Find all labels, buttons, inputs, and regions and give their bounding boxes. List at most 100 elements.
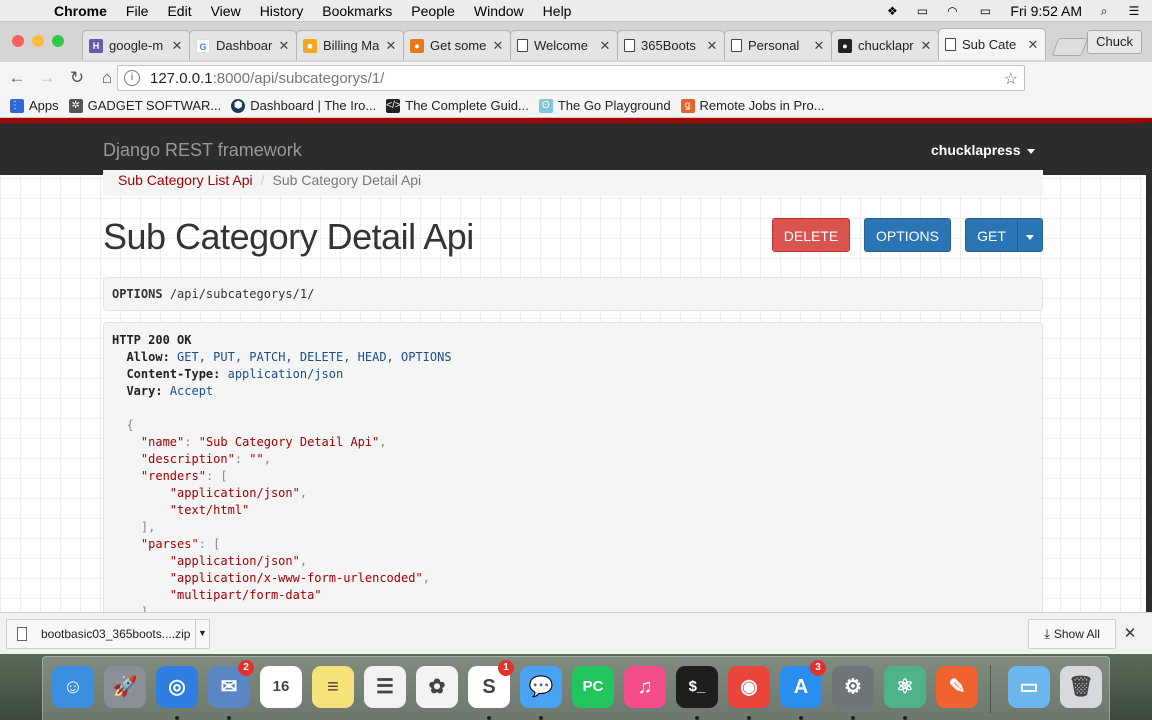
get-button[interactable]: GET <box>965 218 1018 252</box>
launchpad-icon[interactable]: 🚀 <box>104 666 146 708</box>
header-value: Accept <box>169 384 214 398</box>
close-tab-icon[interactable]: ✕ <box>492 38 504 54</box>
google-favicon-icon: G <box>196 38 210 53</box>
document-favicon-icon <box>517 39 528 52</box>
delete-button[interactable]: DELETE <box>772 218 850 252</box>
bookmark-label: The Go Playground <box>557 98 671 113</box>
new-tab-button[interactable] <box>1051 38 1089 56</box>
profile-button[interactable]: Chuck <box>1087 30 1142 54</box>
close-window-button[interactable] <box>12 35 24 47</box>
close-shelf-icon[interactable]: ✕ <box>1122 626 1138 642</box>
close-tab-icon[interactable]: ✕ <box>171 38 183 54</box>
system-preferences-icon[interactable]: ⚙ <box>832 666 874 708</box>
bookmark-complete-guide[interactable]: </> The Complete Guid... <box>386 98 529 113</box>
app-store-icon[interactable]: A3 <box>780 660 826 708</box>
close-tab-icon[interactable]: ✕ <box>599 38 611 54</box>
browser-tab[interactable]: G Dashboar ✕ <box>189 30 297 60</box>
atom-icon[interactable]: ⚛ <box>884 666 926 708</box>
close-tab-icon[interactable]: ✕ <box>1027 37 1039 53</box>
safari-icon[interactable]: ◎ <box>156 666 198 708</box>
minimize-window-button[interactable] <box>32 35 44 47</box>
airplay-icon[interactable]: ▭ <box>914 4 930 18</box>
browser-tab[interactable]: Personal ✕ <box>724 30 832 60</box>
running-indicator <box>747 716 751 720</box>
zoom-window-button[interactable] <box>52 35 64 47</box>
running-indicator <box>799 716 803 720</box>
code-icon: </> <box>386 98 401 113</box>
show-all-downloads-button[interactable]: ⤓ Show All <box>1028 619 1116 649</box>
reload-button[interactable]: ↻ <box>64 65 90 91</box>
bookmark-remote-jobs[interactable]: ǥ Remote Jobs in Pro... <box>680 98 825 113</box>
menubar-clock[interactable]: Fri 9:52 AM <box>1010 3 1082 19</box>
header-key: Vary: <box>126 384 163 398</box>
downloads-folder-icon[interactable]: ▭ <box>1008 666 1050 708</box>
mail-eagle-icon[interactable]: ✉ 2 <box>208 660 254 708</box>
close-tab-icon[interactable]: ✕ <box>385 38 397 54</box>
browser-tab[interactable]: Sub Cate ✕ <box>938 28 1046 60</box>
trash-icon[interactable]: 🗑 <box>1060 666 1102 708</box>
spotlight-search-icon[interactable]: ⌕ <box>1096 4 1112 18</box>
photos-icon[interactable]: ✿ <box>416 666 458 708</box>
browser-tab[interactable]: Hgoogle-m ✕ <box>82 30 190 60</box>
close-tab-icon[interactable]: ✕ <box>278 38 290 54</box>
forward-button[interactable]: → <box>34 65 60 91</box>
browser-tab[interactable]: ■ Billing Ma ✕ <box>296 30 404 60</box>
browser-tab[interactable]: 365Boots ✕ <box>617 30 725 60</box>
browser-tab[interactable]: ● chucklapr ✕ <box>831 30 939 60</box>
user-name: chucklapress <box>931 142 1021 158</box>
dropbox-icon[interactable]: ❖ <box>884 4 900 18</box>
header-key: Content-Type: <box>126 367 221 381</box>
notification-badge: 2 <box>238 660 254 676</box>
bookmark-dashboard-iron[interactable]: ⬢ Dashboard | The Iro... <box>231 98 376 113</box>
close-tab-icon[interactable]: ✕ <box>813 38 825 54</box>
bookmark-go-playground[interactable]: ʘ The Go Playground <box>538 98 671 113</box>
close-tab-icon[interactable]: ✕ <box>920 38 932 54</box>
bookmark-star-icon[interactable]: ☆ <box>1004 69 1018 89</box>
download-item[interactable]: bootbasic03_365boots....zip ▼ <box>6 619 210 649</box>
bookmark-apps[interactable]: ⋮⋮ Apps <box>10 98 59 113</box>
menu-people[interactable]: People <box>411 3 455 19</box>
aws-box-favicon-icon: ■ <box>303 38 317 53</box>
document-favicon-icon <box>624 39 635 52</box>
pycharm-icon[interactable]: PC <box>572 666 614 708</box>
tab-title: chucklapr <box>858 38 914 53</box>
bookmark-gadget-software[interactable]: ✲ GADGET SOFTWAR... <box>68 98 221 113</box>
finder-icon[interactable]: ☺ <box>52 666 94 708</box>
drf-brand-link[interactable]: Django REST framework <box>103 140 302 161</box>
bookmark-label: The Complete Guid... <box>405 98 529 113</box>
notes-icon[interactable]: ≡ <box>312 666 354 708</box>
itunes-icon[interactable]: ♫ <box>624 666 666 708</box>
terminal-icon[interactable]: $_ <box>676 666 718 708</box>
app-menu-chrome[interactable]: Chrome <box>54 3 107 19</box>
show-all-label: Show All <box>1053 627 1100 641</box>
bookmarks-bar: ⋮⋮ Apps ✲ GADGET SOFTWAR... ⬢ Dashboard … <box>0 94 1152 118</box>
menu-view[interactable]: View <box>211 3 241 19</box>
address-bar[interactable]: i 127.0.0.1:8000/api/subcategorys/1/ ☆ <box>117 65 1025 91</box>
menu-bookmarks[interactable]: Bookmarks <box>322 3 392 19</box>
download-options-button[interactable]: ▼ <box>195 620 209 648</box>
menu-file[interactable]: File <box>126 3 149 19</box>
user-menu[interactable]: chucklapress <box>931 142 1035 158</box>
options-button[interactable]: OPTIONS <box>864 218 951 252</box>
menu-help[interactable]: Help <box>543 3 572 19</box>
postman-icon[interactable]: ✎ <box>936 666 978 708</box>
menu-window[interactable]: Window <box>474 3 524 19</box>
slack-icon[interactable]: S1 <box>468 660 514 708</box>
browser-tab[interactable]: Welcome ✕ <box>510 30 618 60</box>
notification-center-icon[interactable]: ☰ <box>1126 4 1142 18</box>
wifi-icon[interactable]: ◠ <box>944 4 960 18</box>
reminders-icon[interactable]: ☰ <box>364 666 406 708</box>
response-status: HTTP 200 OK <box>112 333 192 347</box>
calendar-icon[interactable]: 16 <box>260 666 302 708</box>
close-tab-icon[interactable]: ✕ <box>706 38 718 54</box>
menu-edit[interactable]: Edit <box>167 3 191 19</box>
browser-tab[interactable]: ● Get some ✕ <box>403 30 511 60</box>
chrome-icon[interactable]: ◉ <box>728 666 770 708</box>
site-info-icon[interactable]: i <box>124 70 140 86</box>
breadcrumb-link-list[interactable]: Sub Category List Api <box>118 172 253 188</box>
messages-icon[interactable]: 💬 <box>520 666 562 708</box>
menu-history[interactable]: History <box>260 3 304 19</box>
battery-icon[interactable]: ▭ <box>974 4 996 18</box>
back-button[interactable]: ← <box>4 65 30 91</box>
get-format-dropdown-toggle[interactable] <box>1017 218 1043 252</box>
